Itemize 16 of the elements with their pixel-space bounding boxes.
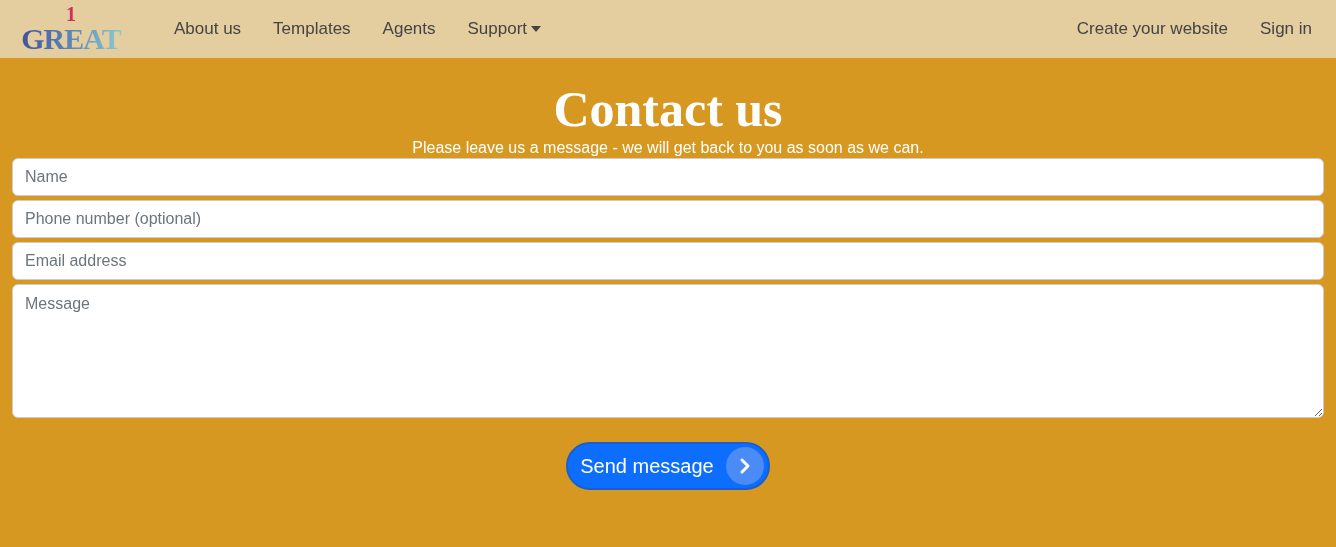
page-subtitle: Please leave us a message - we will get back to you as soon as we can. <box>412 138 924 158</box>
logo-numeral: 1 <box>66 4 76 24</box>
page-title: Contact us <box>553 82 783 136</box>
nav-dropdown[interactable]: Support <box>467 16 542 42</box>
message-field[interactable]: Message <box>12 284 1324 418</box>
nav-link[interactable]: About us <box>174 16 242 42</box>
input-field[interactable]: Phone number (optional) <box>12 200 1324 238</box>
caret-icon <box>531 26 542 32</box>
nav-link[interactable]: Agents <box>382 16 436 42</box>
nav-link[interactable]: Create your website <box>1076 16 1228 42</box>
nav-link[interactable]: Sign in <box>1260 16 1312 42</box>
send-message-button[interactable]: Send message <box>566 442 770 490</box>
nav-link[interactable]: Templates <box>273 16 351 42</box>
input-field[interactable]: Name <box>12 158 1324 196</box>
input-field[interactable]: Email address <box>12 242 1324 280</box>
chevron-right-icon <box>725 447 764 485</box>
